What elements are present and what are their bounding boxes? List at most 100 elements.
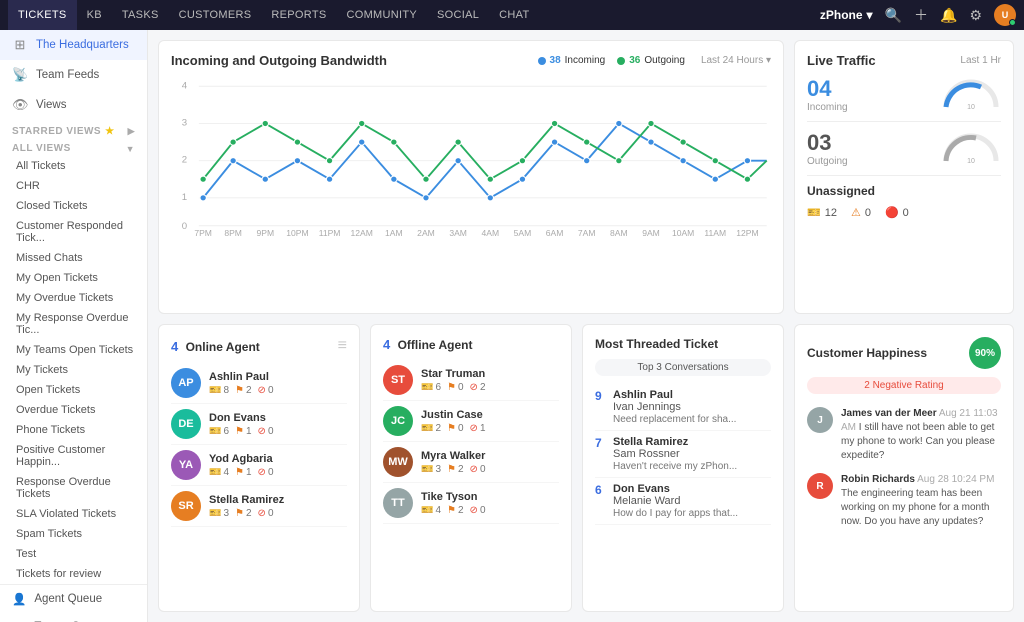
offline-agent-row[interactable]: TT Tike Tyson 🎫 4 ⚑ 2 ⊘ 0 bbox=[383, 483, 559, 524]
thread-num: 6 bbox=[595, 483, 607, 519]
legend-outgoing: 36 Outgoing bbox=[617, 55, 685, 66]
online-agent-row[interactable]: DE Don Evans 🎫 6 ⚑ 1 ⊘ 0 bbox=[171, 404, 347, 445]
svg-text:9AM: 9AM bbox=[642, 228, 660, 236]
svg-text:0: 0 bbox=[182, 221, 187, 232]
add-icon[interactable]: ＋ bbox=[914, 5, 928, 25]
starred-expand-icon[interactable]: ▶ bbox=[128, 126, 135, 137]
online-agent-row[interactable]: AP Ashlin Paul 🎫 8 ⚑ 2 ⊘ 0 bbox=[171, 363, 347, 404]
view-phone-tickets[interactable]: Phone Tickets bbox=[0, 420, 147, 440]
agent-info: Yod Agbaria 🎫 4 ⚑ 1 ⊘ 0 bbox=[209, 453, 347, 478]
agent-stats: 🎫 3 ⚑ 2 ⊘ 0 bbox=[209, 508, 347, 519]
agent-stats: 🎫 4 ⚑ 1 ⊘ 0 bbox=[209, 467, 347, 478]
view-chr[interactable]: CHR bbox=[0, 176, 147, 196]
view-tickets-for-review[interactable]: Tickets for review bbox=[0, 564, 147, 584]
svg-text:9PM: 9PM bbox=[256, 228, 274, 236]
views-icon: 👁 bbox=[12, 97, 28, 113]
view-all-tickets[interactable]: All Tickets bbox=[0, 156, 147, 176]
thread-item[interactable]: 9 Ashlin PaulIvan Jennings Need replacem… bbox=[595, 384, 771, 431]
thread-info: Don EvansMelanie Ward How do I pay for a… bbox=[613, 483, 771, 519]
agent-name: Myra Walker bbox=[421, 450, 559, 462]
agent-name: Tike Tyson bbox=[421, 491, 559, 503]
outgoing-dot bbox=[617, 57, 625, 65]
view-positive-customer[interactable]: Positive Customer Happin... bbox=[0, 440, 147, 472]
sidebar-item-agent-queue[interactable]: 👤 Agent Queue bbox=[0, 585, 147, 613]
view-overdue-tickets[interactable]: Overdue Tickets bbox=[0, 400, 147, 420]
svg-text:10PM: 10PM bbox=[286, 228, 308, 236]
nav-item-kb[interactable]: KB bbox=[77, 0, 112, 30]
agent-tickets: 🎫 4 bbox=[209, 467, 229, 478]
view-my-overdue-tickets[interactable]: My Overdue Tickets bbox=[0, 288, 147, 308]
star-icon: ★ bbox=[105, 126, 114, 137]
view-my-open-tickets[interactable]: My Open Tickets bbox=[0, 268, 147, 288]
unassigned-divider bbox=[807, 175, 1001, 176]
view-sla-violated[interactable]: SLA Violated Tickets bbox=[0, 504, 147, 524]
sidebar-bottom: 👤 Agent Queue 👥 Teams Queue 🏷 Tags «≡ bbox=[0, 584, 147, 622]
offline-agents-list: ST Star Truman 🎫 6 ⚑ 0 ⊘ 2 JC Justin Cas… bbox=[383, 360, 559, 524]
agent-name: Star Truman bbox=[421, 368, 559, 380]
offline-agent-row[interactable]: JC Justin Case 🎫 2 ⚑ 0 ⊘ 1 bbox=[383, 401, 559, 442]
incoming-dot bbox=[538, 57, 546, 65]
thread-item[interactable]: 6 Don EvansMelanie Ward How do I pay for… bbox=[595, 478, 771, 525]
offline-agent-row[interactable]: ST Star Truman 🎫 6 ⚑ 0 ⊘ 2 bbox=[383, 360, 559, 401]
agent-tickets: 🎫 3 bbox=[209, 508, 229, 519]
live-traffic-title: Live Traffic bbox=[807, 53, 876, 68]
agent-avatar: AP bbox=[171, 368, 201, 398]
threaded-list: 9 Ashlin PaulIvan Jennings Need replacem… bbox=[595, 384, 771, 525]
warning-icon: ⚠ bbox=[851, 206, 861, 219]
headquarters-icon: ⊞ bbox=[12, 37, 28, 53]
nav-item-tickets[interactable]: TICKETS bbox=[8, 0, 77, 30]
nav-item-social[interactable]: SOCIAL bbox=[427, 0, 489, 30]
svg-text:5AM: 5AM bbox=[514, 228, 532, 236]
thread-subject: How do I pay for apps that... bbox=[613, 508, 771, 519]
thread-item[interactable]: 7 Stella RamirezSam Rossner Haven't rece… bbox=[595, 431, 771, 478]
thread-names: Don EvansMelanie Ward bbox=[613, 483, 771, 507]
sidebar-item-team-feeds[interactable]: 📡 Team Feeds bbox=[0, 60, 147, 90]
menu-icon[interactable]: ≡ bbox=[338, 337, 347, 355]
sidebar: ⊞ The Headquarters 📡 Team Feeds 👁 Views … bbox=[0, 30, 148, 622]
settings-icon[interactable]: ⚙ bbox=[969, 7, 982, 24]
all-views-expand-icon[interactable]: ▼ bbox=[126, 144, 135, 154]
view-my-response-overdue[interactable]: My Response Overdue Tic... bbox=[0, 308, 147, 340]
svg-text:8AM: 8AM bbox=[610, 228, 628, 236]
view-closed-tickets[interactable]: Closed Tickets bbox=[0, 196, 147, 216]
user-avatar[interactable]: U bbox=[994, 4, 1016, 26]
view-spam-tickets[interactable]: Spam Tickets bbox=[0, 524, 147, 544]
view-missed-chats[interactable]: Missed Chats bbox=[0, 248, 147, 268]
online-indicator bbox=[1009, 19, 1016, 26]
sidebar-item-teams-queue[interactable]: 👥 Teams Queue bbox=[0, 613, 147, 622]
view-open-tickets[interactable]: Open Tickets bbox=[0, 380, 147, 400]
happiness-item: R Robin Richards Aug 28 10:24 PM The eng… bbox=[807, 468, 1001, 534]
notifications-icon[interactable]: 🔔 bbox=[940, 7, 957, 24]
offline-agent-row[interactable]: MW Myra Walker 🎫 3 ⚑ 2 ⊘ 0 bbox=[383, 442, 559, 483]
nav-item-customers[interactable]: CUSTOMERS bbox=[169, 0, 262, 30]
nav-item-chat[interactable]: CHAT bbox=[489, 0, 539, 30]
agent-info: Star Truman 🎫 6 ⚑ 0 ⊘ 2 bbox=[421, 368, 559, 393]
sidebar-item-views[interactable]: 👁 Views bbox=[0, 90, 147, 120]
unassigned-warning: ⚠ 0 bbox=[851, 206, 871, 219]
agent-info: Don Evans 🎫 6 ⚑ 1 ⊘ 0 bbox=[209, 412, 347, 437]
online-agent-row[interactable]: YA Yod Agbaria 🎫 4 ⚑ 1 ⊘ 0 bbox=[171, 445, 347, 486]
nav-item-tasks[interactable]: TASKS bbox=[112, 0, 169, 30]
view-test[interactable]: Test bbox=[0, 544, 147, 564]
nav-item-community[interactable]: COMMUNITY bbox=[336, 0, 427, 30]
nav-item-reports[interactable]: REPORTS bbox=[261, 0, 336, 30]
search-icon[interactable]: 🔍 bbox=[885, 7, 902, 24]
bandwidth-period[interactable]: Last 24 Hours ▾ bbox=[701, 55, 771, 66]
sidebar-item-headquarters[interactable]: ⊞ The Headquarters bbox=[0, 30, 147, 60]
unassigned-count: 🎫 12 bbox=[807, 206, 837, 219]
view-customer-responded[interactable]: Customer Responded Tick... bbox=[0, 216, 147, 248]
chart-legend: 38 Incoming 36 Outgoing bbox=[538, 55, 685, 66]
most-threaded-card: Most Threaded Ticket Top 3 Conversations… bbox=[582, 324, 784, 612]
unassigned-section: Unassigned 🎫 12 ⚠ 0 🔴 0 bbox=[807, 184, 1001, 219]
view-response-overdue[interactable]: Response Overdue Tickets bbox=[0, 472, 147, 504]
unassigned-title: Unassigned bbox=[807, 184, 1001, 198]
agent-stats: 🎫 2 ⚑ 0 ⊘ 1 bbox=[421, 423, 559, 434]
view-my-teams-open[interactable]: My Teams Open Tickets bbox=[0, 340, 147, 360]
online-agent-row[interactable]: SR Stella Ramirez 🎫 3 ⚑ 2 ⊘ 0 bbox=[171, 486, 347, 527]
svg-text:1: 1 bbox=[182, 192, 187, 203]
bottom-section: 4 Online Agent ≡ AP Ashlin Paul 🎫 8 ⚑ 2 … bbox=[158, 324, 784, 612]
view-my-tickets[interactable]: My Tickets bbox=[0, 360, 147, 380]
thread-names: Ashlin PaulIvan Jennings bbox=[613, 389, 771, 413]
agent-stats: 🎫 8 ⚑ 2 ⊘ 0 bbox=[209, 385, 347, 396]
brand-name[interactable]: zPhone▾ bbox=[820, 8, 873, 22]
